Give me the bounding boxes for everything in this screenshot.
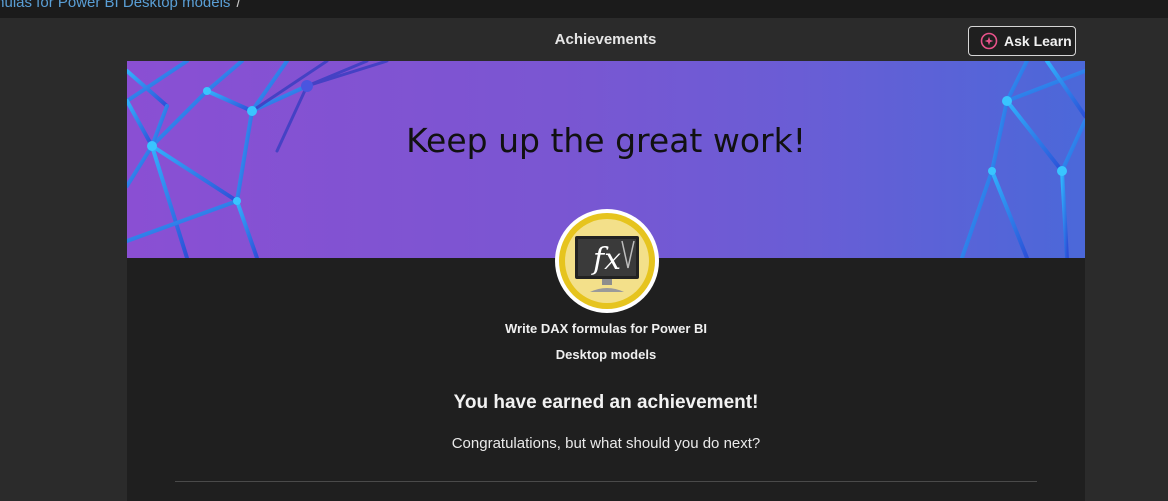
svg-text:fx: fx [591, 242, 621, 277]
breadcrumb: mulas for Power BI Desktop models / [0, 0, 241, 12]
achievement-card: Keep up the great work! fx Write DAX for… [127, 61, 1085, 501]
earned-heading: You have earned an achievement! [453, 392, 759, 413]
top-bar: mulas for Power BI Desktop models / [0, 0, 1168, 18]
ask-learn-label: Ask Learn [1004, 33, 1072, 49]
achievement-badge: fx [554, 208, 660, 314]
breadcrumb-link[interactable]: mulas for Power BI Desktop models [0, 0, 230, 11]
divider [175, 481, 1037, 482]
next-steps-prompt: Congratulations, but what should you do … [451, 435, 761, 452]
achievement-name: Write DAX formulas for Power BI Desktop … [504, 321, 707, 362]
breadcrumb-separator: / [236, 0, 241, 11]
ask-learn-button[interactable]: Ask Learn [968, 26, 1076, 56]
sparkle-chat-icon [980, 32, 998, 50]
fx-monitor-icon: fx [555, 209, 659, 313]
banner-heading: Keep up the great work! [406, 121, 806, 160]
